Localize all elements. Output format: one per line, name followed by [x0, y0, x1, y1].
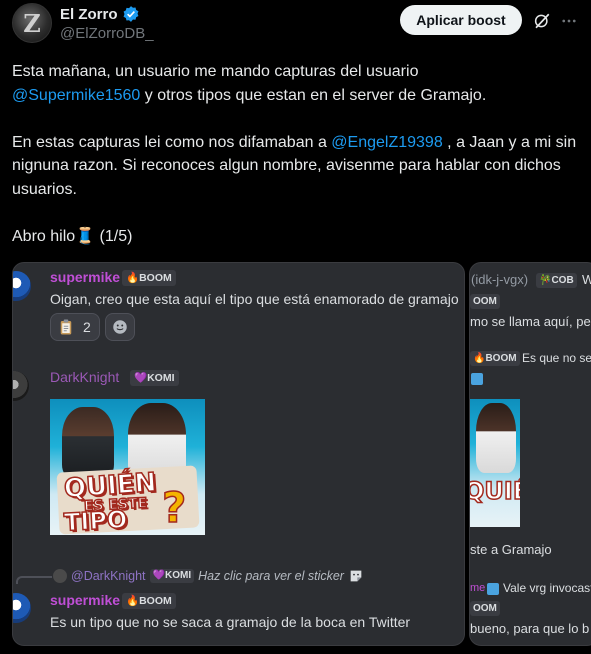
tweet-paragraph-1: Esta mañana, un usuario me mando captura…	[12, 60, 582, 107]
add-reaction-button[interactable]	[105, 313, 135, 341]
msg1-username: supermike	[50, 269, 121, 285]
more-options-icon[interactable]	[560, 12, 578, 30]
r-role-tag-boom-2: 🔥BOOM	[470, 351, 520, 366]
mention-engel[interactable]: @EngelZ19398	[331, 134, 442, 151]
r-line-1: mo se llama aquí, pe	[470, 314, 591, 329]
r-username: (idk-j-vgx)	[471, 272, 529, 287]
author-handle[interactable]: @ElZorroDB_	[60, 25, 154, 42]
meme-text-3: TIPO	[63, 505, 129, 535]
author-display-name[interactable]: El Zorro	[60, 6, 118, 23]
tweet-text-segment: y otros tipos que estan en el server de …	[140, 86, 487, 104]
msg1-role-tag: 🔥BOOM	[122, 270, 176, 286]
supermike-avatar-2	[13, 593, 31, 623]
sticker-icon	[350, 570, 362, 582]
meme-image[interactable]: QUIÉN ES ESTE TIPO ?	[50, 399, 205, 535]
tweet-header: Z El Zorro @ElZorroDB_ Aplicar boost	[0, 0, 591, 56]
tweet-text-segment: Esta mañana, un usuario me mando captura…	[12, 63, 419, 80]
boost-button[interactable]: Aplicar boost	[400, 5, 522, 35]
msg2-username: DarkKnight	[50, 369, 120, 385]
r-line-5: bueno, para que lo b	[470, 621, 590, 636]
msg3-username: supermike	[50, 592, 121, 608]
reply-avatar	[53, 569, 67, 583]
r-trailing-letter: W	[582, 272, 591, 287]
meme-question-mark: ?	[161, 482, 187, 533]
tweet-paragraph-2: En estas capturas lei como nos difamaban…	[12, 131, 582, 202]
reply-connector	[16, 576, 52, 584]
screenshot-1[interactable]: supermike 🔥BOOM Oigan, creo que esta aqu…	[12, 262, 465, 646]
tweet-text-segment: En estas capturas lei como nos difamaban…	[12, 133, 332, 151]
supermike-avatar	[13, 271, 31, 301]
r-role-tag-boom: OOM	[470, 294, 500, 309]
male-sign-icon-2	[487, 583, 499, 595]
smiley-icon	[113, 320, 127, 334]
r-role-tag-cob: 🎋COB	[536, 273, 577, 288]
tweet-body: Esta mañana, un usuario me mando captura…	[12, 60, 582, 248]
verified-badge-icon	[123, 6, 138, 22]
author-avatar[interactable]: Z	[12, 3, 52, 43]
author-name-row[interactable]: El Zorro	[60, 5, 140, 23]
male-sign-icon	[471, 373, 483, 385]
msg1-text: Oigan, creo que esta aquí el tipo que es…	[50, 291, 459, 307]
r-line-3: ste a Gramajo	[470, 542, 552, 557]
clipboard-icon	[60, 319, 72, 335]
tweet-paragraph-3: Abro hilo🧵 (1/5)	[12, 227, 133, 245]
r-line-4: Vale vrg invocast	[503, 581, 591, 595]
reply-preview[interactable]: @DarkKnight 💜KOMI Haz clic para ver el s…	[53, 568, 364, 584]
grok-icon[interactable]	[533, 12, 551, 30]
reaction-count: 2	[83, 319, 91, 335]
msg2-role-tag: 💜KOMI	[130, 370, 179, 386]
r-meme-text: QUIÉN	[470, 476, 520, 506]
r-line-2: Es que no se c	[522, 351, 591, 365]
r-line-4-prefix: me	[470, 582, 486, 594]
msg3-text: Es un tipo que no se saca a gramajo de l…	[50, 614, 411, 630]
reply-username: @DarkKnight	[71, 569, 146, 583]
avatar-letter: Z	[23, 9, 41, 38]
screenshot-2[interactable]: (idk-j-vgx) 🎋COB W OOM mo se llama aquí,…	[469, 262, 591, 646]
darkknight-avatar	[13, 371, 29, 401]
reply-text: Haz clic para ver el sticker	[198, 569, 344, 583]
reaction-clipboard: 2	[50, 313, 100, 341]
mention-supermike[interactable]: @Supermike1560	[12, 87, 140, 104]
r-meme-image[interactable]: QUIÉN	[470, 399, 520, 527]
r-role-tag-boom-3: OOM	[470, 601, 500, 616]
msg3-role-tag: 🔥BOOM	[122, 593, 176, 609]
reply-role-tag: 💜KOMI	[149, 569, 195, 583]
